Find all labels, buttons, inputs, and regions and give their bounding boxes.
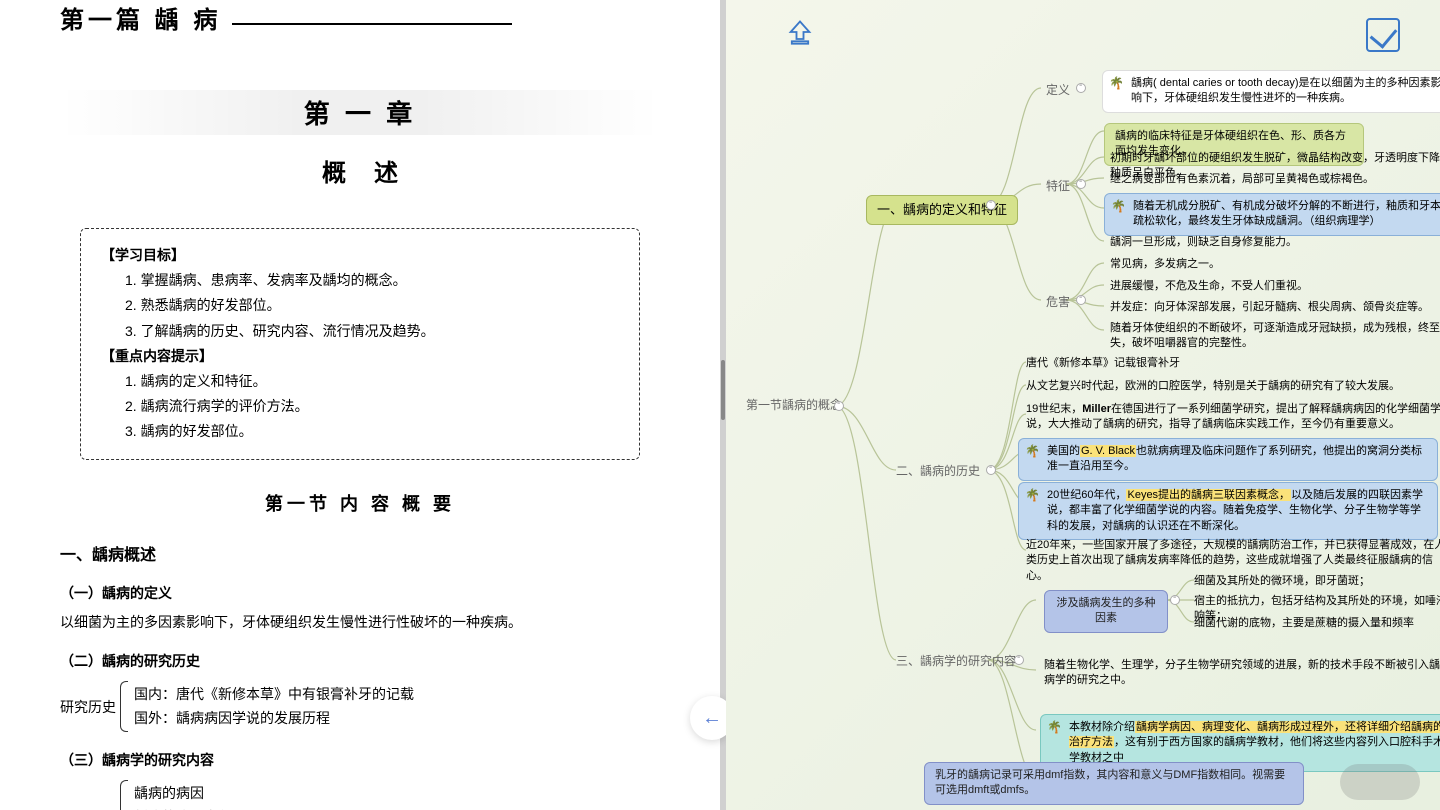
pin-icon: 🌴 (1109, 75, 1125, 91)
content-bracket: 研究内容 龋病的病因 龋病的病理变化 龋病的形成过程 龋病的治疗方法 龋病与全身… (60, 780, 660, 810)
leaf-node[interactable]: 细菌及其所处的微环境，即牙菌斑； (1194, 574, 1440, 589)
pin-icon: 🌴 (1047, 719, 1063, 735)
leaf-node[interactable]: 随着牙体使组织的不断破坏，可逐渐造成牙冠缺损，成为残根，终至牙缺失，破坏咀嚼器官… (1110, 321, 1440, 352)
leaf-node[interactable]: 从文艺复兴时代起，欧洲的口腔医学，特别是关于龋病的研究有了较大发展。 (1026, 379, 1440, 394)
list-item: 国内：唐代《新修本草》中有银膏补牙的记载 (134, 683, 414, 707)
heading-2: （二）龋病的研究历史 (60, 651, 660, 671)
leaf-node[interactable]: 19世纪末，Miller在德国进行了一系列细菌学研究，提出了解释龋病病因的化学细… (1026, 402, 1440, 433)
section-title: 第一节 内 容 概 要 (60, 490, 660, 516)
list-item: 1. 龋病的定义和特征。 (125, 369, 619, 394)
leaf-node[interactable]: 🌴 龋病( dental caries or tooth decay)是在以细菌… (1102, 70, 1440, 113)
leaf-node[interactable]: 🌴 20世纪60年代，Keyes提出的龋病三联因素概念，以及随后发展的四联因素学… (1018, 482, 1438, 540)
collapse-toggle[interactable] (1076, 83, 1086, 93)
goals-list: 1. 掌握龋病、患病率、发病率及龋均的概念。 2. 熟悉龋病的好发部位。 3. … (101, 268, 619, 344)
collapse-toggle[interactable] (986, 465, 996, 475)
list-item: 2. 熟悉龋病的好发部位。 (125, 293, 619, 318)
part-title: 第一篇 龋 病 (60, 0, 221, 35)
brace-icon (120, 681, 128, 733)
leaf-node[interactable]: 细菌代谢的底物，主要是蔗糖的摄入量和频率 (1194, 616, 1440, 631)
branch-node[interactable]: 一、龋病的定义和特征 (866, 195, 1018, 225)
branch-node[interactable]: 三、龋病学的研究内容 (896, 653, 1016, 670)
list-item: 3. 了解龋病的历史、研究内容、流行情况及趋势。 (125, 319, 619, 344)
floating-pill[interactable] (1340, 764, 1420, 800)
collapse-toggle[interactable] (1076, 179, 1086, 189)
heading-2: （三）龋病学的研究内容 (60, 750, 660, 770)
leaf-node[interactable]: 唐代《新修本草》记载银膏补牙 (1026, 356, 1376, 371)
body-text: 以细菌为主的多因素影响下，牙体硬组织发生慢性进行性破坏的一种疾病。 (60, 611, 660, 633)
arrow-left-icon: ← (702, 707, 722, 730)
leaf-node[interactable]: 常见病，多发病之一。 (1110, 257, 1440, 272)
list-item: 国外：龋病病因学说的发展历程 (134, 707, 414, 731)
leaf-node[interactable]: 龋洞一旦形成，则缺乏自身修复能力。 (1110, 235, 1440, 250)
leaf-node[interactable]: 🌴 美国的G. V. Black也就病病理及临床问题作了系列研究，他提出的窝洞分… (1018, 438, 1438, 481)
list-item: 1. 掌握龋病、患病率、发病率及龋均的概念。 (125, 268, 619, 293)
leaf-node[interactable]: 随着生物化学、生理学，分子生物学研究领域的进展，新的技术手段不断被引入龋病学的研… (1044, 658, 1440, 689)
list-item: 2. 龋病流行病学的评价方法。 (125, 394, 619, 419)
brace-icon (120, 780, 128, 810)
chapter-title: 概述 (60, 153, 660, 188)
branch-node[interactable]: 二、龋病的历史 (896, 463, 980, 480)
header-rule (232, 23, 512, 25)
goals-label: 【学习目标】 (101, 243, 619, 268)
leaf-node[interactable]: 进展缓慢，不危及生命，不受人们重视。 (1110, 279, 1440, 294)
collapse-toggle[interactable] (834, 401, 844, 411)
leaf-node[interactable]: 继之病变部位有色素沉着，局部可呈黄褐色或棕褐色。 (1110, 172, 1440, 187)
list-item: 龋病的病理变化 (134, 806, 274, 810)
node-label[interactable]: 危害 (1046, 294, 1070, 311)
hints-list: 1. 龋病的定义和特征。 2. 龋病流行病学的评价方法。 3. 龋病的好发部位。 (101, 369, 619, 445)
history-bracket: 研究历史 国内：唐代《新修本草》中有银膏补牙的记载 国外：龋病病因学说的发展历程 (60, 681, 660, 733)
leaf-node[interactable]: 🌴 随着无机成分脱矿、有机成分破坏分解的不断进行，釉质和牙本质疏松软化，最终发生… (1104, 193, 1440, 236)
collapse-toggle[interactable] (1014, 655, 1024, 665)
collapse-toggle[interactable] (1170, 595, 1180, 605)
pin-icon: 🌴 (1025, 487, 1041, 503)
objectives-box: 【学习目标】 1. 掌握龋病、患病率、发病率及龋均的概念。 2. 熟悉龋病的好发… (80, 228, 640, 460)
heading-2: （一）龋病的定义 (60, 583, 660, 603)
collapse-toggle[interactable] (986, 200, 996, 210)
mindmap-panel[interactable]: 第一节龋病的概念 一、龋病的定义和特征 定义 🌴 龋病( dental cari… (726, 0, 1440, 810)
node-label[interactable]: 特征 (1046, 178, 1070, 195)
leaf-node[interactable]: 乳牙的龋病记录可采用dmf指数，其内容和意义与DMF指数相同。视需要可选用dmf… (924, 762, 1304, 805)
collapse-toggle[interactable] (1076, 295, 1086, 305)
pin-icon: 🌴 (1111, 198, 1127, 214)
root-node[interactable]: 第一节龋病的概念 (746, 397, 842, 414)
hints-label: 【重点内容提示】 (101, 344, 619, 369)
list-item: 3. 龋病的好发部位。 (125, 419, 619, 444)
bracket-label: 研究内容 (60, 780, 120, 810)
mindmap-canvas[interactable]: 第一节龋病的概念 一、龋病的定义和特征 定义 🌴 龋病( dental cari… (726, 0, 1440, 810)
pin-icon: 🌴 (1025, 443, 1041, 459)
leaf-node[interactable]: 并发症：向牙体深部发展，引起牙髓病、根尖周病、颌骨炎症等。 (1110, 300, 1440, 315)
list-item: 龋病的病因 (134, 782, 274, 806)
leaf-node[interactable]: 涉及龋病发生的多种因素 (1044, 590, 1168, 633)
part-header: 第一篇 龋 病 (60, 0, 660, 35)
heading-1: 一、龋病概述 (60, 541, 660, 565)
bracket-label: 研究历史 (60, 681, 120, 733)
node-label[interactable]: 定义 (1046, 82, 1070, 99)
chapter-number: 第 一 章 (60, 90, 660, 135)
document-panel: 第一篇 龋 病 第 一 章 概述 【学习目标】 1. 掌握龋病、患病率、发病率及… (0, 0, 720, 810)
